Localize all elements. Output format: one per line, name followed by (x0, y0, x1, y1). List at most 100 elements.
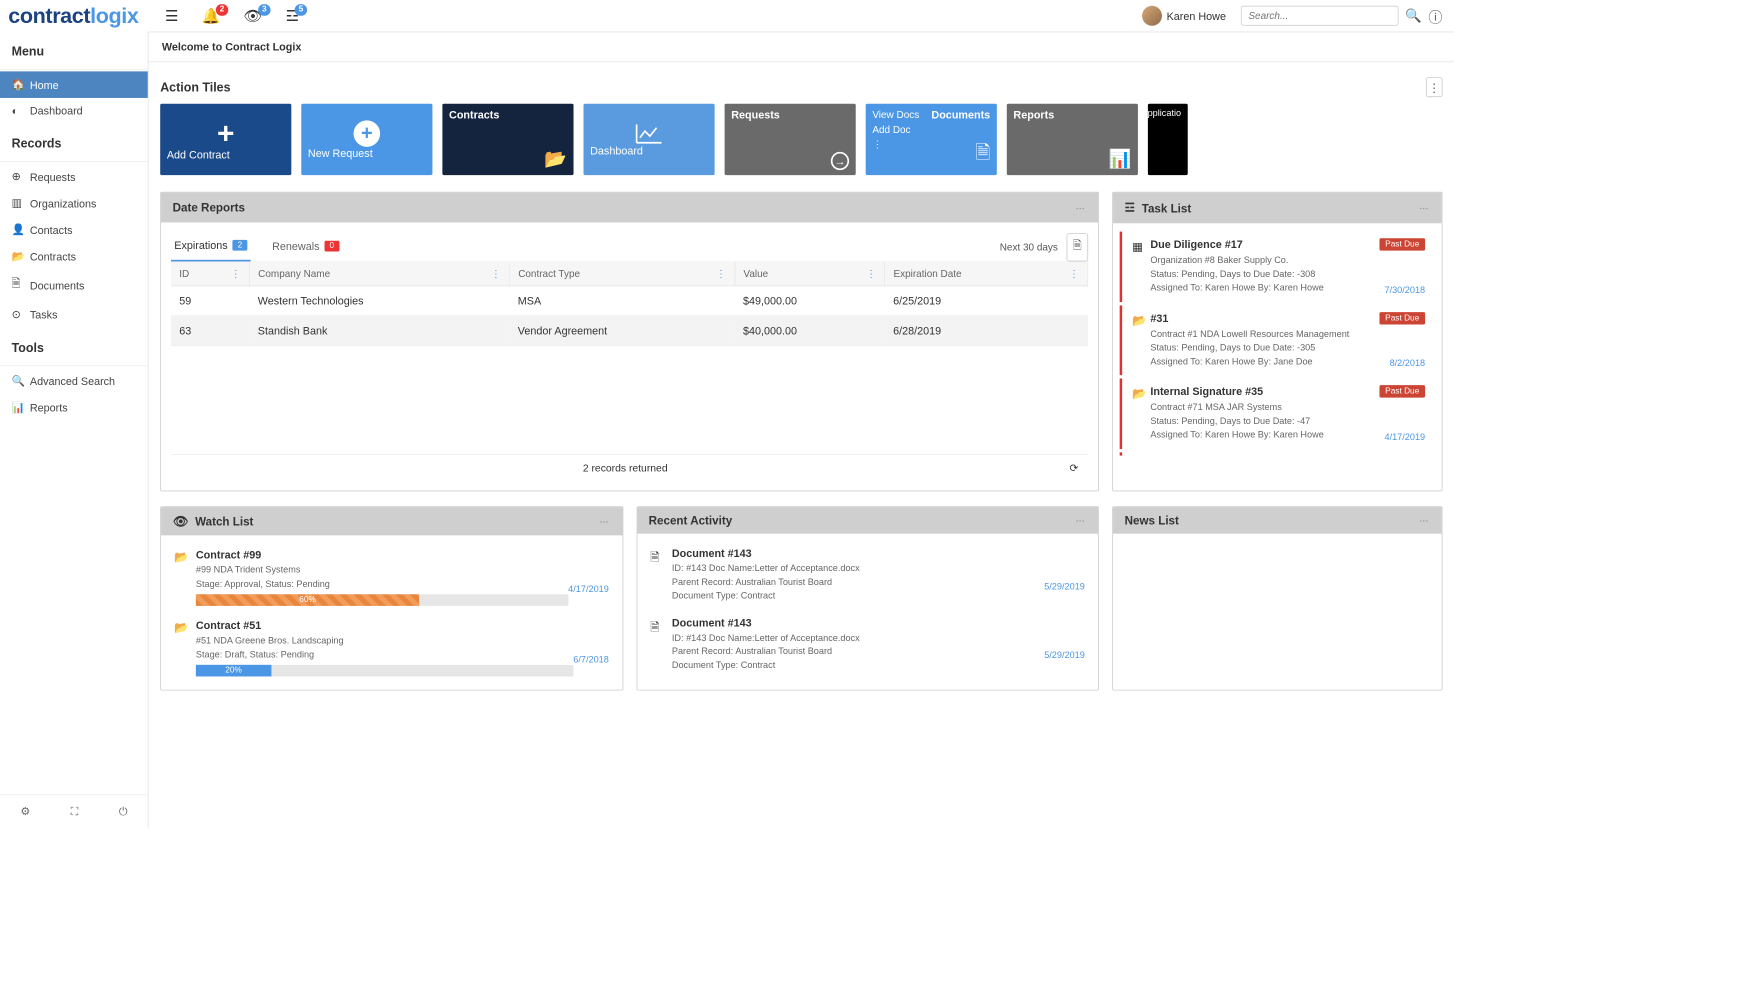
folder-icon: 📂 (174, 550, 196, 606)
tile-contracts[interactable]: Contracts 📂 (442, 104, 573, 175)
sidebar-item-requests[interactable]: ⊕Requests (0, 164, 148, 191)
watch-list-widget: 👁 Watch List ⋯ 📂 Contract #99 #99 NDA Tr… (160, 506, 623, 690)
hamburger-icon[interactable]: ☰ (165, 7, 178, 24)
drag-handle-icon[interactable]: ⋯ (600, 516, 611, 527)
task-date: 4/17/2019 (1384, 432, 1425, 442)
drag-handle-icon[interactable]: ⋯ (1419, 203, 1430, 214)
tab-renewals[interactable]: Renewals 0 (269, 233, 343, 260)
sidebar-item-organizations[interactable]: ▥Organizations (0, 190, 148, 217)
sidebar-item-contacts[interactable]: 👤Contacts (0, 217, 148, 244)
tile-reports[interactable]: Reports 📊 (1007, 104, 1138, 175)
tile-requests[interactable]: Requests → (725, 104, 856, 175)
widget-header[interactable]: News List ⋯ (1113, 507, 1442, 534)
task-icon: ▦ (1132, 240, 1150, 295)
watch-title: Contract #51 (196, 619, 573, 631)
search-input[interactable] (1241, 6, 1399, 26)
document-icon: 🗎 (975, 139, 990, 171)
column-header[interactable]: ID⋮ (171, 262, 249, 286)
bell-icon[interactable]: 🔔2 (202, 7, 221, 24)
tiles-more-button[interactable]: ⋮ (1426, 77, 1443, 97)
widget-header[interactable]: Date Reports ⋯ (161, 193, 1098, 223)
table-cell: Vendor Agreement (509, 316, 734, 346)
tile-new-request[interactable]: + New Request (301, 104, 432, 175)
export-button[interactable]: 🗎 (1066, 233, 1088, 261)
tab-expirations[interactable]: Expirations 2 (171, 232, 251, 261)
view-docs-link[interactable]: View Docs (872, 109, 919, 121)
widget-title: Watch List (195, 515, 253, 528)
task-item[interactable]: 📂 #31 Contract #1 NDA Lowell Resources M… (1120, 305, 1435, 375)
table-row[interactable]: 59Western TechnologiesMSA$49,000.006/25/… (171, 286, 1088, 316)
drag-handle-icon[interactable]: ⋯ (1076, 202, 1087, 213)
tile-more-icon[interactable]: ⋮ (872, 139, 919, 151)
tile-application[interactable]: Applicatio (1148, 104, 1188, 175)
widget-header[interactable]: ☲ Task List ⋯ (1113, 193, 1442, 224)
column-header[interactable]: Expiration Date⋮ (885, 262, 1088, 286)
sidebar-item-tasks[interactable]: ⊙Tasks (0, 301, 148, 328)
column-menu-icon[interactable]: ⋮ (1069, 268, 1079, 280)
column-menu-icon[interactable]: ⋮ (716, 268, 726, 280)
tile-add-contract[interactable]: + Add Contract (160, 104, 291, 175)
sidebar-item-icon: ⊕ (12, 170, 30, 183)
sidebar-item-label: Reports (30, 401, 68, 413)
tile-dashboard[interactable]: Dashboard (583, 104, 714, 175)
sidebar-item-icon: 🗎 (12, 276, 30, 294)
power-icon[interactable]: ⏻ (119, 805, 128, 818)
column-menu-icon[interactable]: ⋮ (491, 268, 501, 280)
search-icon[interactable]: 🔍 (1405, 7, 1422, 24)
sidebar-item-reports[interactable]: 📊Reports (0, 394, 148, 421)
task-meta: Organization #8 Baker Supply Co.Status: … (1150, 254, 1379, 295)
expand-icon[interactable]: ⛶ (71, 805, 79, 818)
column-menu-icon[interactable]: ⋮ (866, 268, 876, 280)
tile-label: Documents (931, 109, 990, 121)
table-row[interactable]: 63Standish BankVendor Agreement$40,000.0… (171, 316, 1088, 346)
task-list-widget: ☲ Task List ⋯ ▦ Due Diligence #17 Organi… (1112, 192, 1442, 492)
activity-date: 5/29/2019 (1044, 581, 1085, 591)
widget-header[interactable]: 👁 Watch List ⋯ (161, 507, 622, 535)
folder-icon: 📂 (174, 621, 196, 677)
progress-fill: 60% (196, 594, 419, 606)
task-date: 8/2/2018 (1390, 359, 1426, 369)
watch-item[interactable]: 📂 Contract #51 #51 NDA Greene Bros. Land… (171, 613, 612, 684)
task-item[interactable]: 📂 Internal Signature #35 Contract #71 MS… (1120, 378, 1435, 448)
sidebar-records-title: Records (0, 124, 148, 160)
task-icon: 📂 (1132, 387, 1150, 442)
refresh-icon[interactable]: ⟳ (1069, 461, 1078, 473)
gear-icon[interactable]: ⚙ (20, 805, 30, 818)
table-cell: MSA (509, 286, 734, 316)
widget-header[interactable]: Recent Activity ⋯ (637, 507, 1098, 534)
column-menu-icon[interactable]: ⋮ (231, 268, 241, 280)
tile-documents[interactable]: View Docs Add Doc ⋮ Documents 🗎 (866, 104, 997, 175)
column-header[interactable]: Company Name⋮ (249, 262, 509, 286)
add-doc-link[interactable]: Add Doc (872, 124, 919, 136)
eye-icon[interactable]: 👁3 (243, 7, 262, 24)
column-header[interactable]: Contract Type⋮ (509, 262, 734, 286)
user-name[interactable]: Karen Howe (1167, 10, 1226, 22)
activity-item[interactable]: 🗎 Document #143 ID: #143 Doc Name:Letter… (647, 610, 1088, 679)
sidebar-item-label: Documents (30, 279, 85, 291)
sidebar-item-home[interactable]: 🏠Home (0, 71, 148, 98)
progress-fill: 20% (196, 665, 271, 677)
avatar[interactable] (1142, 6, 1162, 26)
sidebar-item-dashboard[interactable]: ◐Dashboard (0, 98, 148, 124)
date-reports-widget: Date Reports ⋯ Expirations 2 Renewals 0 (160, 192, 1099, 492)
sidebar-item-label: Dashboard (30, 105, 83, 117)
sidebar-item-contracts[interactable]: 📂Contracts (0, 243, 148, 270)
task-item[interactable]: ▦ Due Diligence #17 Organization #8 Bake… (1120, 232, 1435, 302)
pastdue-badge: Past Due (1379, 385, 1425, 397)
eye-badge: 3 (258, 4, 271, 16)
column-header[interactable]: Value⋮ (735, 262, 885, 286)
pastdue-badge: Past Due (1379, 238, 1425, 250)
sidebar-item-icon: 👤 (12, 223, 30, 236)
task-item[interactable]: 📂 Approval #48 Past Due (1120, 452, 1435, 456)
sidebar-item-advanced-search[interactable]: 🔍Advanced Search (0, 368, 148, 395)
activity-item[interactable]: 🗎 Document #143 ID: #143 Doc Name:Letter… (647, 540, 1088, 609)
sidebar-item-documents[interactable]: 🗎Documents (0, 270, 148, 302)
sidebar-item-label: Requests (30, 171, 76, 183)
tile-label: Add Contract (167, 148, 230, 160)
drag-handle-icon[interactable]: ⋯ (1419, 515, 1430, 526)
watch-item[interactable]: 📂 Contract #99 #99 NDA Trident SystemsSt… (171, 542, 612, 613)
help-icon[interactable]: ⓘ (1428, 5, 1442, 26)
drag-handle-icon[interactable]: ⋯ (1076, 515, 1087, 526)
sidebar: Menu 🏠Home◐Dashboard Records ⊕Requests▥O… (0, 32, 149, 829)
list-icon[interactable]: ☲5 (286, 7, 299, 24)
